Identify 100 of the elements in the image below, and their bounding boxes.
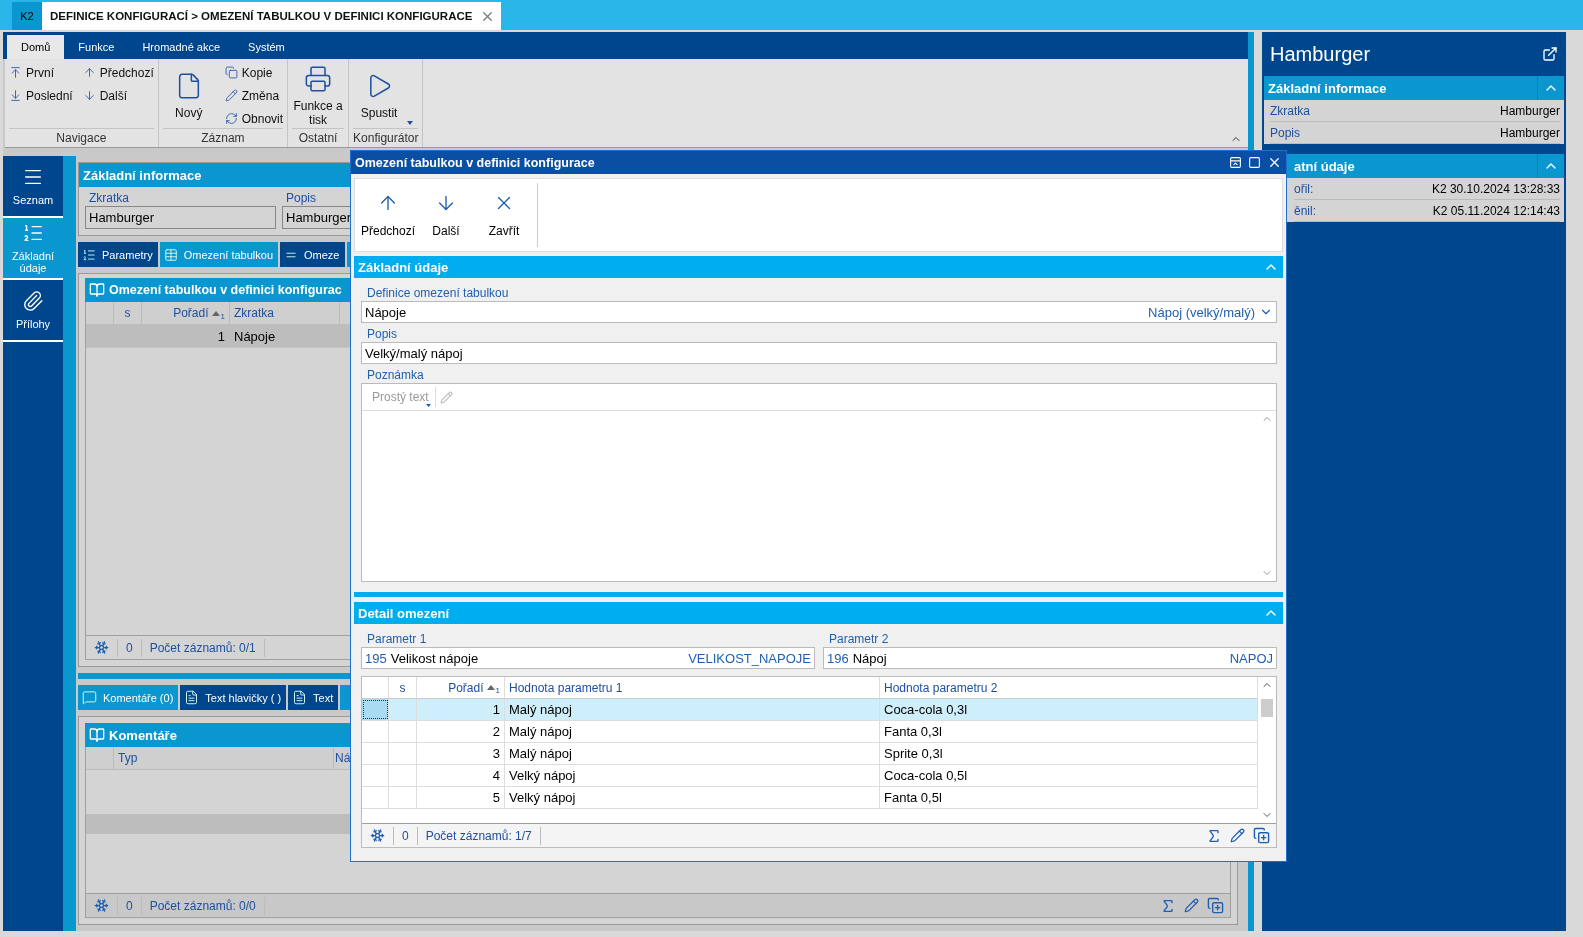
- field-label: Definice omezení tabulkou: [366, 285, 510, 301]
- arrow-up-to-line-icon: [9, 66, 22, 79]
- column-header[interactable]: Hodnota parametru 1: [505, 677, 880, 698]
- sigma-icon[interactable]: [1206, 827, 1222, 844]
- field-label: Popis: [1270, 125, 1301, 140]
- list-icon: [22, 222, 44, 244]
- refresh-icon: [224, 112, 238, 125]
- app-badge: K2: [12, 2, 42, 30]
- field-label: Zkratka: [88, 191, 130, 205]
- table-row[interactable]: 2 Malý nápoj Fanta 0,3l: [362, 721, 1258, 743]
- ribbon-group-label: Záznam: [162, 128, 284, 147]
- field-label: ořil:: [1294, 181, 1314, 196]
- tab[interactable]: Omeze: [280, 242, 347, 267]
- pop-out-icon[interactable]: [1542, 46, 1558, 62]
- column-header[interactable]: Pořadí 1: [417, 677, 505, 698]
- ribbon-group-label: Navigace: [9, 128, 154, 147]
- pencil-icon: [224, 89, 238, 102]
- table-row[interactable]: 3 Malý nápoj Sprite 0,3l: [362, 743, 1258, 765]
- section-title: Detail omezení: [358, 605, 450, 621]
- text-field[interactable]: Hamburger: [85, 206, 276, 229]
- copy-icon: [224, 66, 238, 79]
- ribbon-button[interactable]: Kopie: [224, 63, 284, 82]
- field-label: Parametr 1: [366, 631, 428, 647]
- paperclip-icon: [22, 290, 44, 312]
- book-icon: [89, 727, 105, 743]
- tab[interactable]: Text: [288, 685, 341, 710]
- restore-icon[interactable]: [1229, 156, 1242, 169]
- ribbon-button[interactable]: Obnovit: [224, 109, 284, 128]
- add-record-icon[interactable]: [1207, 897, 1224, 914]
- table-cell: 1: [417, 699, 505, 720]
- column-header[interactable]: s: [389, 677, 417, 698]
- sort-ascending-icon: [211, 310, 220, 316]
- arrow-down-to-line-icon: [9, 89, 22, 102]
- ribbon-tab[interactable]: Hromadné akce: [128, 35, 235, 59]
- column-header[interactable]: s: [114, 302, 142, 324]
- scrollbar-thumb[interactable]: [1261, 699, 1273, 717]
- table-row[interactable]: 5 Velký nápoj Fanta 0,5l: [362, 787, 1258, 809]
- table-cell: Malý nápoj: [505, 743, 880, 764]
- snowflake-icon[interactable]: [94, 898, 109, 913]
- list-icon: [82, 247, 96, 262]
- column-header[interactable]: Pořadí 1: [142, 302, 230, 324]
- tab[interactable]: Text hlavičky ( ): [180, 685, 289, 710]
- table-icon: [163, 247, 178, 262]
- lookup-field[interactable]: 196 Nápoj NAPOJ: [823, 647, 1277, 669]
- sort-ascending-icon: [486, 685, 495, 690]
- snowflake-icon[interactable]: [370, 828, 385, 843]
- ribbon-button[interactable]: Předchozí: [82, 63, 154, 82]
- snowflake-icon[interactable]: [94, 640, 109, 655]
- ribbon-group-label: Konfigurátor: [353, 128, 419, 147]
- ribbon-button[interactable]: Změna: [224, 86, 284, 105]
- ribbon-button[interactable]: Další: [82, 86, 154, 105]
- table-cell: 4: [417, 765, 505, 786]
- field-value: K2 30.10.2024 13:28:33: [1431, 181, 1560, 196]
- ribbon-group-label: Ostatní: [292, 128, 345, 147]
- sigma-icon[interactable]: [1160, 897, 1176, 914]
- maximize-icon[interactable]: [1248, 156, 1261, 169]
- section-title: Základní údaje: [358, 259, 449, 275]
- ribbon-button[interactable]: Funkce a tisk: [292, 64, 345, 127]
- printer-icon: [304, 64, 333, 93]
- dropdown-field[interactable]: Nápoje Nápoj (velký/malý): [361, 301, 1277, 323]
- table-cell: Velký nápoj: [505, 787, 880, 808]
- column-header[interactable]: Typ: [114, 747, 334, 769]
- field-label: Popis: [285, 191, 318, 205]
- field-label: ěnil:: [1294, 203, 1316, 218]
- table-row[interactable]: 4 Velký nápoj Coca-cola 0,5l: [362, 765, 1258, 787]
- ribbon-button[interactable]: Spustit: [353, 64, 406, 127]
- column-header[interactable]: Ná: [334, 747, 350, 769]
- document-icon: [184, 690, 200, 705]
- pencil-icon[interactable]: [1230, 828, 1245, 843]
- field-label: Parametr 2: [828, 631, 890, 647]
- add-record-icon[interactable]: [1253, 827, 1270, 844]
- table-cell: 2: [417, 721, 505, 742]
- ribbon-tab[interactable]: Funkce: [64, 35, 129, 59]
- ribbon-button[interactable]: První: [9, 63, 73, 82]
- tab[interactable]: Parametry: [78, 242, 160, 267]
- sort-index: 1: [220, 312, 225, 321]
- table-row[interactable]: 1 Malý nápoj Coca-cola 0,3l: [362, 699, 1258, 721]
- document-tab[interactable]: DEFINICE KONFIGURACÍ > OMEZENÍ TABULKOU V DEFINICI KONFIGURACE: [42, 2, 502, 30]
- field-label: Poznámka: [366, 367, 425, 383]
- field-value: Hamburger: [1499, 103, 1560, 118]
- dropdown-arrow-icon: [425, 404, 431, 407]
- column-header[interactable]: Zkratka: [230, 302, 340, 324]
- ribbon-button[interactable]: Poslední: [9, 86, 73, 105]
- ribbon-tab[interactable]: Domů: [7, 35, 65, 59]
- lookup-field[interactable]: 195 Velikost nápoje VELIKOST_NAPOJE: [361, 647, 815, 669]
- table-cell: 1: [142, 325, 230, 347]
- record-filter-count: 0: [394, 826, 418, 845]
- ribbon-button[interactable]: Nový: [162, 64, 215, 127]
- text-field[interactable]: Velký/malý nápoj: [361, 342, 1277, 364]
- field-value: Hamburger: [1499, 125, 1560, 140]
- close-icon[interactable]: [1267, 155, 1282, 170]
- table-cell: Nápoje: [230, 325, 340, 347]
- table-cell: Malý nápoj: [505, 699, 880, 720]
- table-cell: 5: [417, 787, 505, 808]
- document-icon: [292, 690, 308, 705]
- pencil-icon[interactable]: [1184, 898, 1199, 913]
- record-count: Počet záznamů: 1/7: [417, 826, 541, 845]
- record-count: Počet záznamů: 0/1: [141, 638, 265, 657]
- table-cell: 3: [417, 743, 505, 764]
- ribbon-tab[interactable]: Systém: [234, 35, 299, 59]
